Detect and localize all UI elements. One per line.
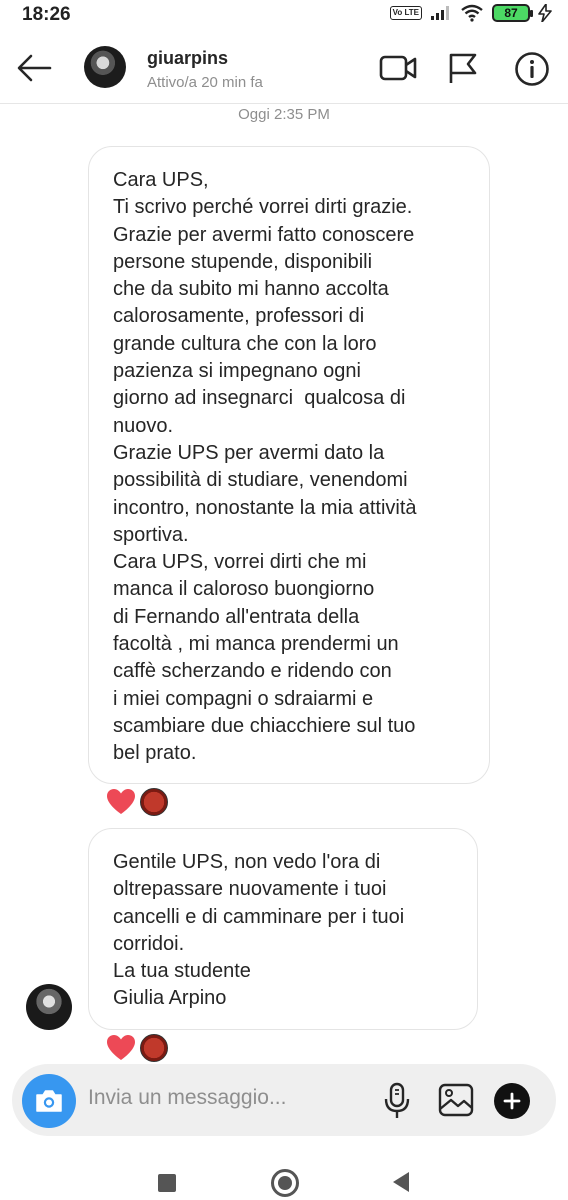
heart-reaction-icon xyxy=(107,1035,135,1060)
activity-status: Attivo/a 20 min fa xyxy=(147,74,263,91)
message-bubble[interactable]: Cara UPS, Ti scrivo perché vorrei dirti … xyxy=(88,146,490,784)
flag-icon[interactable] xyxy=(446,51,480,85)
reactor-avatar xyxy=(140,788,168,816)
battery-icon: 87 xyxy=(492,4,533,22)
video-call-icon[interactable] xyxy=(378,52,418,84)
heart-reaction-icon xyxy=(107,789,135,814)
sender-avatar[interactable] xyxy=(26,984,72,1030)
username[interactable]: giuarpins xyxy=(147,48,228,69)
gallery-icon[interactable] xyxy=(438,1083,474,1117)
chat-timestamp: Oggi 2:35 PM xyxy=(238,106,330,123)
home-button[interactable] xyxy=(271,1169,299,1197)
info-icon[interactable] xyxy=(514,51,550,87)
battery-level: 87 xyxy=(504,6,518,20)
message-composer xyxy=(12,1064,556,1136)
status-time: 18:26 xyxy=(22,4,71,25)
system-back-button[interactable] xyxy=(393,1172,409,1192)
reactor-avatar xyxy=(140,1034,168,1062)
recents-button[interactable] xyxy=(158,1174,176,1192)
signal-icon xyxy=(431,6,449,20)
status-icons: Vo LTE 87 xyxy=(389,4,552,22)
status-bar: 18:26 Vo LTE 87 xyxy=(0,0,568,32)
volte-badge: Vo LTE xyxy=(389,6,422,20)
system-nav-bar xyxy=(0,1150,568,1200)
wifi-icon xyxy=(461,4,483,22)
microphone-icon[interactable] xyxy=(382,1082,412,1120)
avatar[interactable] xyxy=(84,46,126,88)
message-reactions[interactable] xyxy=(106,788,168,816)
add-button[interactable] xyxy=(494,1083,530,1119)
back-arrow-icon[interactable] xyxy=(14,50,54,86)
chat-header: giuarpins Attivo/a 20 min fa xyxy=(0,32,568,104)
message-bubble[interactable]: Gentile UPS, non vedo l'ora di oltrepass… xyxy=(88,828,478,1030)
plus-icon xyxy=(503,1092,521,1110)
message-input[interactable] xyxy=(88,1086,368,1110)
message-reactions[interactable] xyxy=(106,1034,168,1062)
camera-icon xyxy=(36,1090,62,1112)
charging-icon xyxy=(538,4,552,22)
camera-button[interactable] xyxy=(22,1074,76,1128)
